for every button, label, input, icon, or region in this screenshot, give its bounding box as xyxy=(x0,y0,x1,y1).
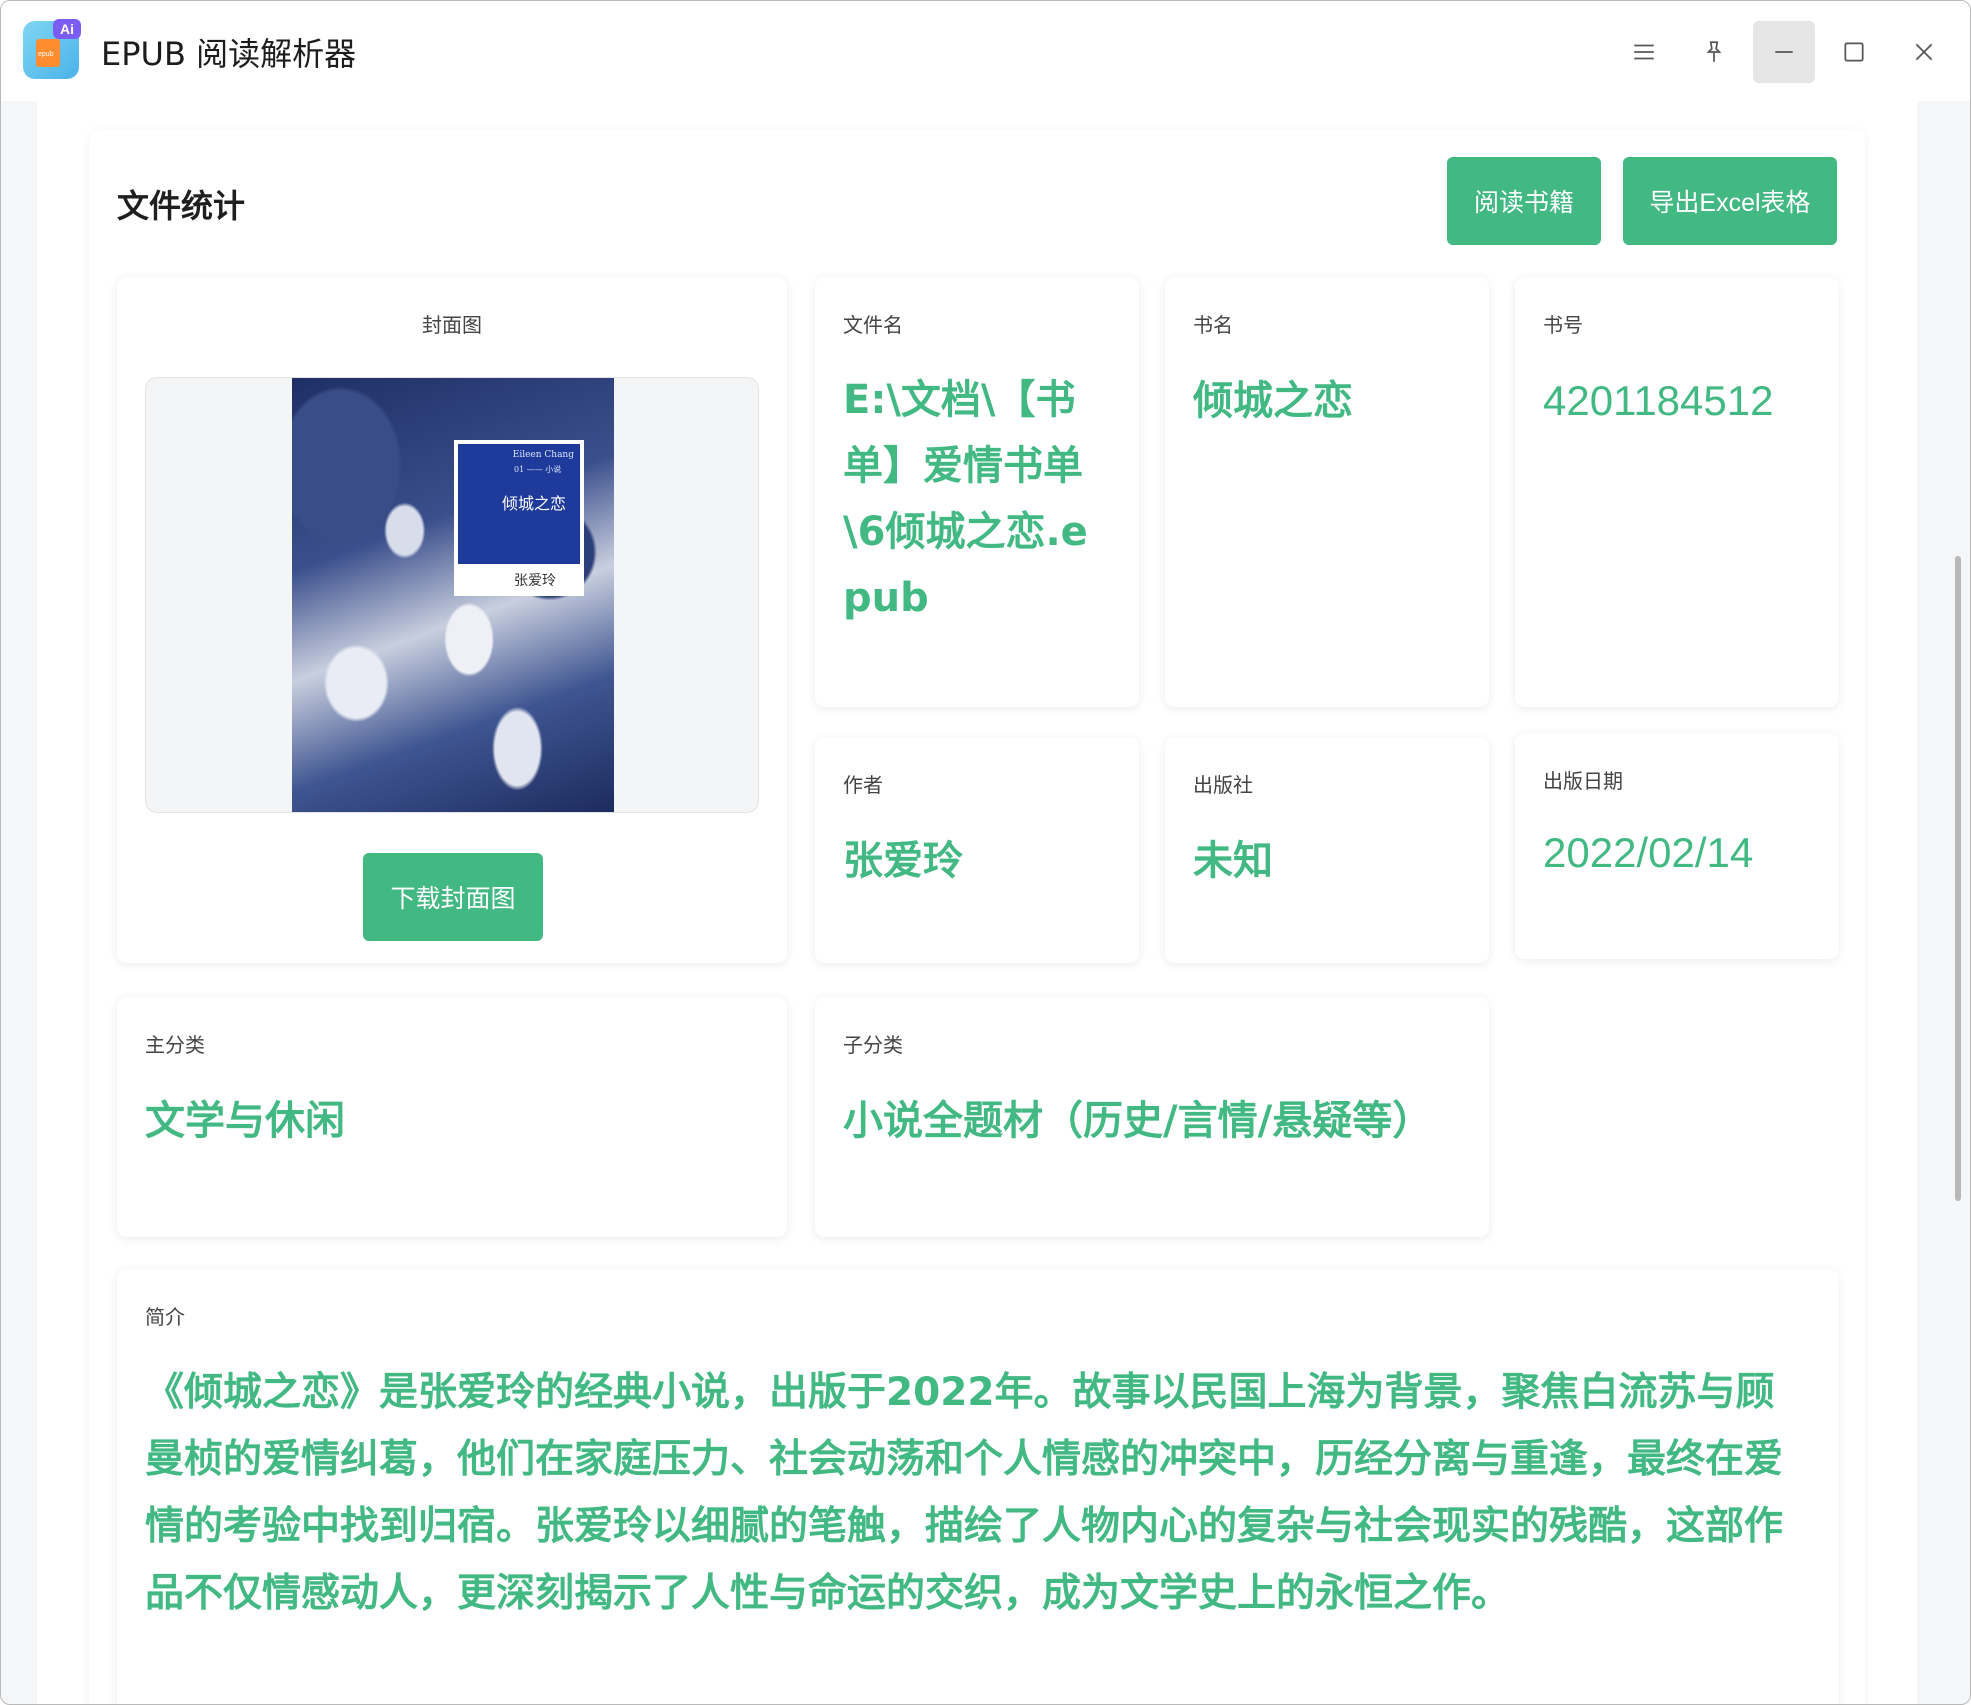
sub-category-card: 子分类 小说全题材（历史/言情/悬疑等） xyxy=(815,997,1489,1237)
panel-title: 文件统计 xyxy=(117,187,246,225)
cover-image: Eileen Chang 01 —— 小说 倾城之恋 张爱玲 xyxy=(292,378,614,812)
main-category-card: 主分类 文学与休闲 xyxy=(117,997,787,1237)
download-cover-button[interactable]: 下载封面图 xyxy=(363,853,543,941)
intro-value: 《倾城之恋》是张爱玲的经典小说，出版于2022年。故事以民国上海为背景，聚焦白流… xyxy=(145,1370,1784,1616)
pin-icon xyxy=(1706,41,1722,62)
app-logo-icon: epub Ai xyxy=(23,19,81,79)
minimize-icon xyxy=(1775,51,1793,53)
intro-label: 简介 xyxy=(145,1305,185,1329)
cover-card: 封面图 Eileen Chang 01 —— 小说 倾城之恋 张爱玲 下载封面图 xyxy=(117,277,787,963)
sub-category-value: 小说全题材（历史/言情/悬疑等） xyxy=(843,1098,1433,1144)
pubdate-card: 出版日期 2022/02/14 xyxy=(1515,733,1839,959)
file-stats-panel: 文件统计 阅读书籍 导出Excel表格 封面图 Eileen Chang 01 … xyxy=(89,129,1865,1704)
publisher-label: 出版社 xyxy=(1193,773,1253,797)
publisher-value: 未知 xyxy=(1193,838,1273,884)
bookid-label: 书号 xyxy=(1543,313,1583,337)
cover-number-text: 01 —— 小说 xyxy=(514,465,562,474)
pin-button[interactable] xyxy=(1683,21,1745,83)
minimize-button[interactable] xyxy=(1753,21,1815,83)
intro-card: 简介 《倾城之恋》是张爱玲的经典小说，出版于2022年。故事以民国上海为背景，聚… xyxy=(117,1269,1839,1704)
cover-signature: 张爱玲 xyxy=(514,573,556,589)
ai-badge: Ai xyxy=(53,19,81,39)
export-excel-button[interactable]: 导出Excel表格 xyxy=(1623,157,1837,245)
app-title: EPUB 阅读解析器 xyxy=(101,35,357,73)
bookname-label: 书名 xyxy=(1193,313,1233,337)
scrollbar[interactable] xyxy=(1951,101,1965,1704)
author-label: 作者 xyxy=(843,773,883,797)
main-category-label: 主分类 xyxy=(145,1033,205,1057)
author-card: 作者 张爱玲 xyxy=(815,737,1139,963)
maximize-button[interactable] xyxy=(1823,21,1885,83)
logo-doc-label: epub xyxy=(38,51,54,58)
filename-value: E:\文档\【书单】爱情书单\6倾城之恋.epub xyxy=(843,377,1088,621)
sub-category-label: 子分类 xyxy=(843,1033,903,1057)
maximize-icon xyxy=(1844,42,1864,62)
publisher-card: 出版社 未知 xyxy=(1165,737,1489,963)
app-window: epub Ai EPUB 阅读解析器 文件统计 阅读书籍 导出Excel表格 封… xyxy=(0,0,1971,1705)
close-icon xyxy=(1915,43,1933,61)
menu-button[interactable] xyxy=(1613,21,1675,83)
main-category-value: 文学与休闲 xyxy=(145,1098,345,1144)
pubdate-label: 出版日期 xyxy=(1543,769,1623,793)
cover-title-plate: Eileen Chang 01 —— 小说 倾城之恋 张爱玲 xyxy=(454,440,584,596)
bookname-value: 倾城之恋 xyxy=(1193,378,1353,424)
bookid-card: 书号 4201184512 xyxy=(1515,277,1839,707)
cover-label: 封面图 xyxy=(422,313,482,337)
title-bar: epub Ai EPUB 阅读解析器 xyxy=(1,1,1970,101)
menu-icon xyxy=(1634,44,1654,60)
cover-image-frame: Eileen Chang 01 —— 小说 倾城之恋 张爱玲 xyxy=(145,377,759,813)
author-value: 张爱玲 xyxy=(843,838,963,884)
bookname-card: 书名 倾城之恋 xyxy=(1165,277,1489,707)
scrollbar-thumb[interactable] xyxy=(1955,556,1961,1201)
cover-author-text: Eileen Chang xyxy=(512,450,574,460)
filename-label: 文件名 xyxy=(843,313,903,337)
close-button[interactable] xyxy=(1893,21,1955,83)
filename-card: 文件名 E:\文档\【书单】爱情书单\6倾城之恋.epub xyxy=(815,277,1139,707)
bookid-value: 4201184512 xyxy=(1543,377,1774,424)
pubdate-value: 2022/02/14 xyxy=(1543,829,1754,876)
cover-title-text: 倾城之恋 xyxy=(502,494,567,513)
read-book-button[interactable]: 阅读书籍 xyxy=(1447,157,1601,245)
